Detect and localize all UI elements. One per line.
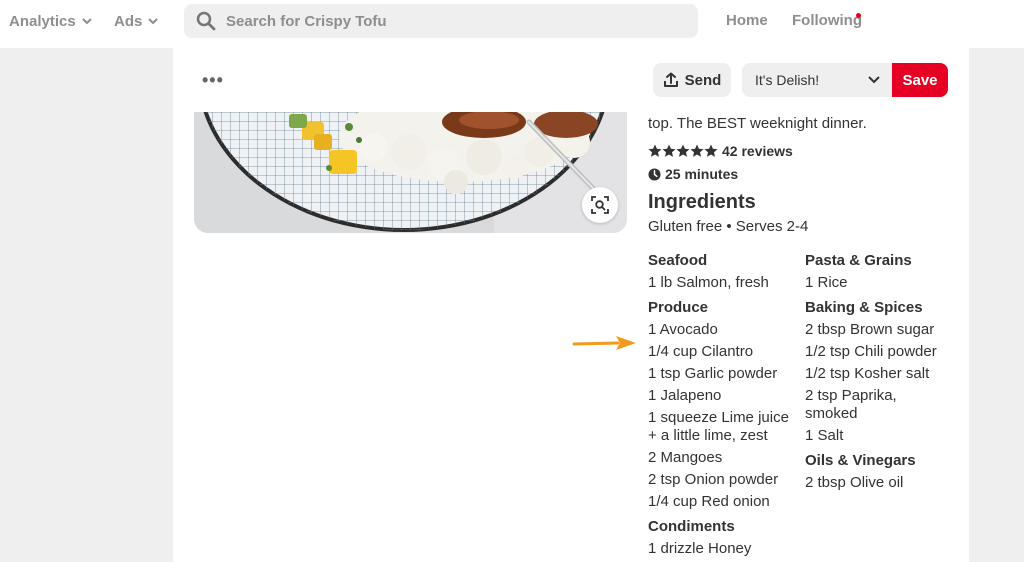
ingredient-item: 1 lb Salmon, fresh [648,274,769,291]
chevron-down-icon [868,76,880,84]
chevron-down-icon [81,18,92,25]
ads-label: Ads [114,12,143,30]
analytics-label: Analytics [9,12,76,30]
ingredients-heading: Ingredients [648,191,756,213]
chevron-down-icon [148,18,159,25]
recipe-description: top. The BEST weeknight dinner. [648,115,867,132]
ingredient-item: 2 tbsp Olive oil [805,474,904,491]
pin-image[interactable] [194,112,627,233]
ingredient-item: 1 Jalapeno [648,387,722,404]
salmon-rice-bowl-image [194,112,627,233]
ingredient-item: 1 Rice [805,274,848,291]
reviews-link[interactable]: 42 reviews [648,143,793,159]
reviews-count: 42 reviews [722,143,793,159]
visual-search-button[interactable] [582,187,618,223]
ingredient-item: 2 tbsp Brown sugar [805,321,935,338]
ingredient-item: 1 Avocado [648,321,718,338]
ads-dropdown[interactable]: Ads [114,11,159,31]
ingredients-subtitle: Gluten free • Serves 2-4 [648,218,809,235]
clock-icon [648,167,661,181]
save-button[interactable]: Save [892,63,948,97]
top-nav-bar: Analytics Ads Home Following [0,0,1024,48]
more-options-button[interactable]: ••• [202,70,224,90]
visual-search-lens-icon [591,196,609,214]
ingredient-category: Baking & Spices [805,299,923,316]
ingredient-item: 1 tsp Garlic powder [648,365,778,382]
ingredient-item: 1/2 tsp Kosher salt [805,365,930,382]
ingredient-category: Pasta & Grains [805,252,912,269]
board-name: It's Delish! [755,72,820,88]
ingredient-category: Seafood [648,252,708,269]
ingredients-left-column: Seafood 1 lb Salmon, fresh Produce 1 Avocad… [648,250,798,560]
ingredient-item: 1 Salt [805,427,844,444]
ingredient-item: 1/4 cup Cilantro [648,343,754,360]
cook-time: 25 minutes [648,166,738,182]
ingredient-item: 2 tsp Onion powder [648,471,779,488]
notification-dot [856,13,861,18]
board-select-dropdown[interactable]: It's Delish! [742,63,892,97]
cook-time-value: 25 minutes [665,166,739,182]
star-icon [704,144,718,157]
nav-home-link[interactable]: Home [726,12,768,29]
ingredient-item: 1/2 tsp Chili powder [805,343,937,360]
search-icon [196,11,216,31]
star-rating [648,144,718,158]
annotation-arrow-icon [572,336,636,350]
nav-following-link[interactable]: Following [792,12,862,29]
send-label: Send [684,71,722,89]
star-icon [648,144,662,157]
search-bar[interactable] [184,4,698,38]
ingredient-category: Produce [648,299,709,316]
ingredient-category: Oils & Vinegars [805,452,916,469]
ingredient-category: Condiments [648,518,735,535]
ingredient-item: 1/4 cup Red onion [648,493,770,510]
star-icon [676,144,690,157]
ingredient-item: 2 tsp Paprika, smoked [805,387,897,422]
send-button[interactable]: Send [653,63,731,97]
ingredient-item: 2 Mangoes [648,449,723,466]
ingredients-right-column: Pasta & Grains 1 Rice Baking & Spices 2 tbs… [805,250,945,494]
ingredient-item: 1 drizzle Honey [648,540,752,557]
share-upload-icon [663,72,678,87]
analytics-dropdown[interactable]: Analytics [9,11,92,31]
star-icon [690,144,704,157]
star-icon [662,144,676,157]
search-input[interactable] [226,12,666,30]
ingredient-item: 1 squeeze Lime juice + a little lime, ze… [648,409,789,444]
